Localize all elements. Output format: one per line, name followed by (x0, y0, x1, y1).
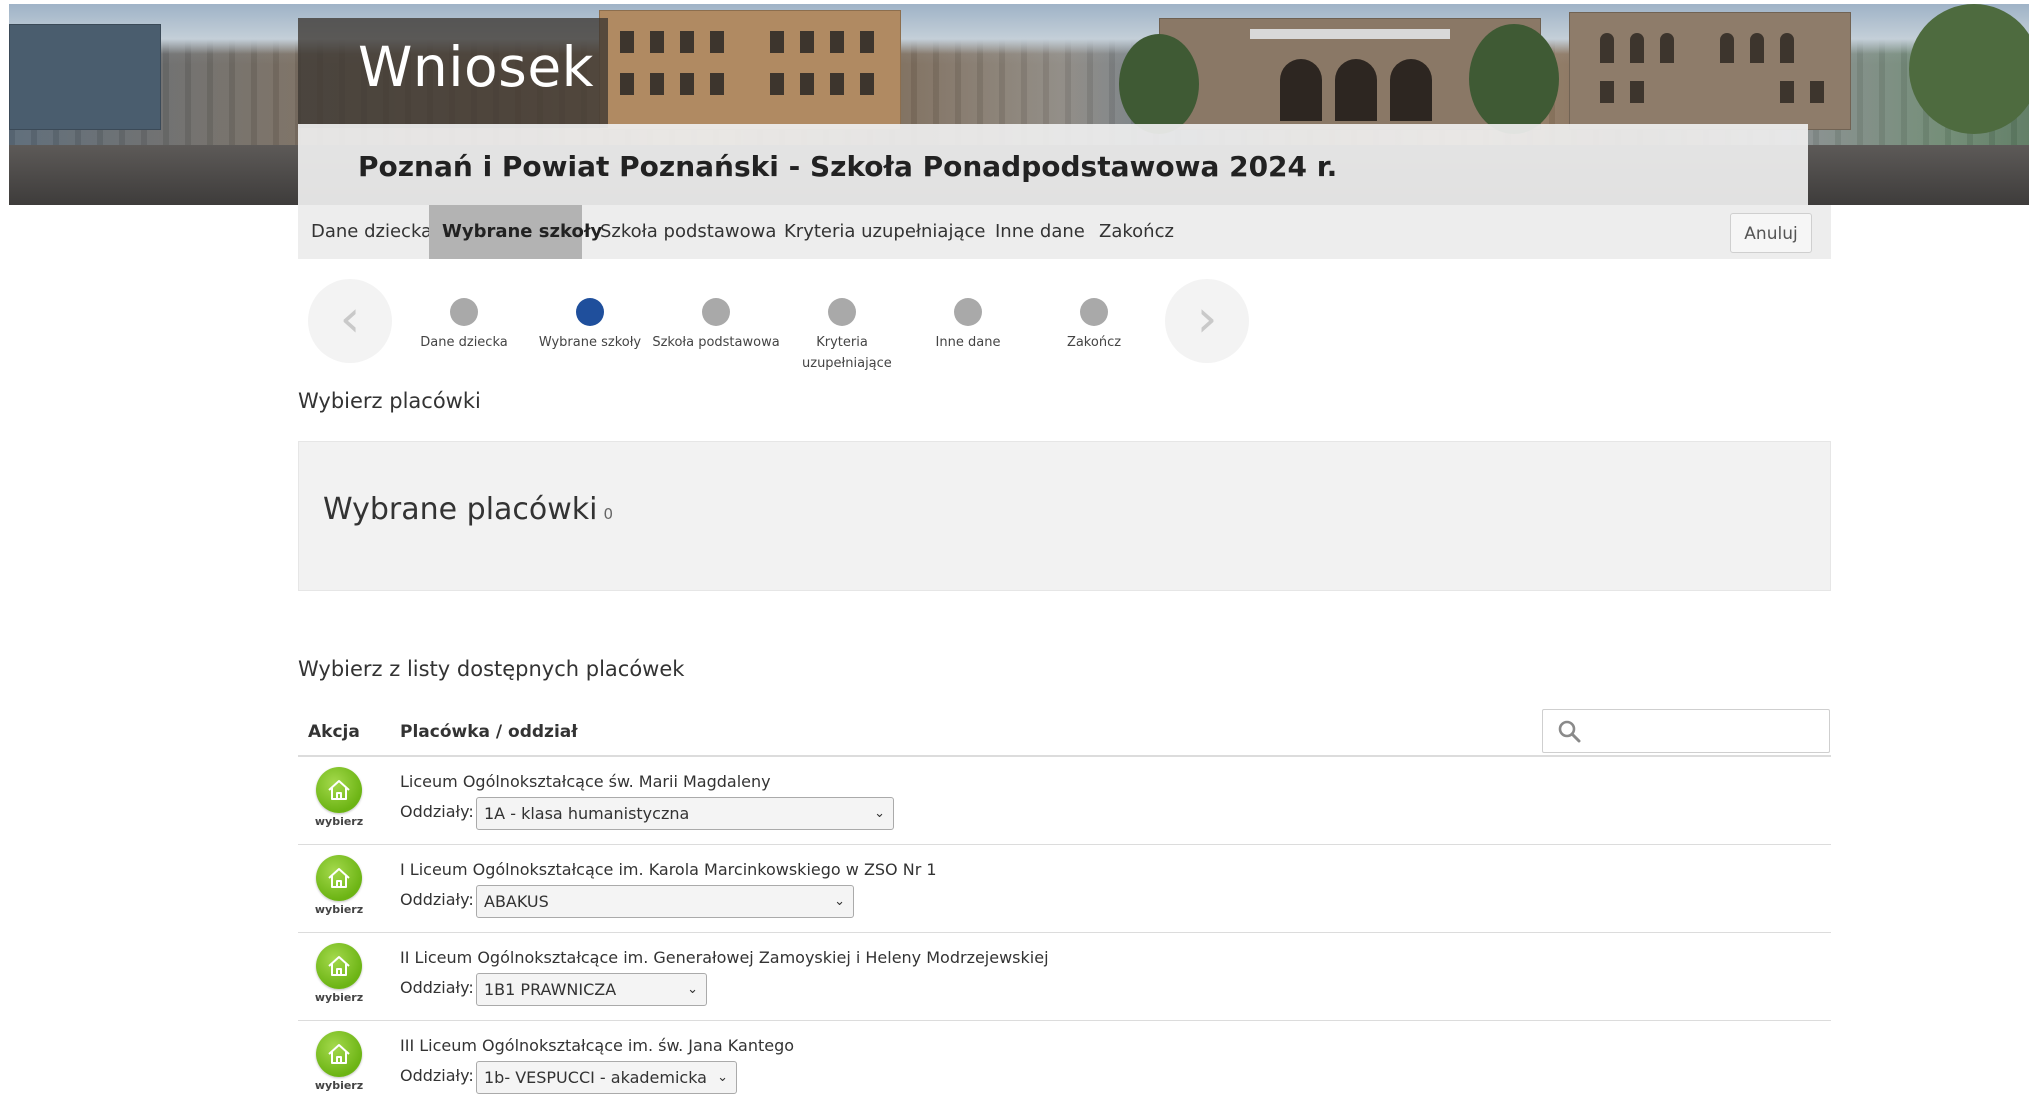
branch-select-value: 1b- VESPUCCI - akademicka (484, 1068, 707, 1087)
home-icon (328, 868, 350, 888)
chevron-down-icon: ⌄ (687, 982, 698, 997)
step-label: Dane dziecka (420, 335, 508, 350)
home-icon (328, 956, 350, 976)
pick-circle (316, 943, 362, 989)
step-dot (828, 298, 856, 326)
search-input[interactable] (1593, 716, 1823, 748)
school-name: III Liceum Ogólnokształcące im. św. Jana… (400, 1036, 795, 1055)
banner-building (9, 24, 161, 130)
selected-facilities-panel: Wybrane placówki 0 (298, 441, 1831, 591)
pick-circle (316, 855, 362, 901)
branch-label: Oddziały: (400, 1066, 474, 1085)
pick-label: wybierz (314, 991, 364, 1004)
section-heading-choose: Wybierz placówki (298, 389, 481, 413)
step-label: Szkoła podstawowa (652, 335, 780, 350)
cancel-button[interactable]: Anuluj (1730, 213, 1812, 253)
step-dot (702, 298, 730, 326)
school-name: II Liceum Ogólnokształcące im. Generałow… (400, 948, 1049, 967)
tab-kryteria-uzupelniajace[interactable]: Kryteria uzupełniające (771, 205, 986, 259)
recruitment-subtitle: Poznań i Powiat Poznański - Szkoła Ponad… (358, 150, 1338, 183)
step-dot-active (576, 298, 604, 326)
branch-select[interactable]: 1B1 PRAWNICZA ⌄ (476, 973, 707, 1006)
branch-select-value: ABAKUS (484, 892, 549, 911)
school-name: I Liceum Ogólnokształcące im. Karola Mar… (400, 860, 937, 879)
pick-label: wybierz (314, 903, 364, 916)
branch-select-value: 1A - klasa humanistyczna (484, 804, 690, 823)
chevron-right-icon[interactable]: › (1165, 279, 1249, 363)
pick-button[interactable]: wybierz (314, 767, 364, 828)
step-szkola-podstawowa[interactable]: Szkoła podstawowa (651, 298, 781, 353)
step-dot (1080, 298, 1108, 326)
step-kryteria-uzupelniajace[interactable]: Kryteria uzupełniające (777, 298, 907, 374)
home-icon (328, 1044, 350, 1064)
pick-button[interactable]: wybierz (314, 943, 364, 1004)
table-row: wybierz III Liceum Ogólnokształcące im. … (298, 1021, 1831, 1109)
section-heading-list: Wybierz z listy dostępnych placówek (298, 657, 685, 681)
pick-label: wybierz (314, 1079, 364, 1092)
banner-tree (1909, 4, 2029, 134)
tab-dane-dziecka[interactable]: Dane dziecka (298, 205, 432, 259)
selected-title-text: Wybrane placówki (323, 492, 598, 527)
branch-select-value: 1B1 PRAWNICZA (484, 980, 617, 999)
step-zakoncz[interactable]: Zakończ (1029, 298, 1159, 353)
branch-select[interactable]: 1A - klasa humanistyczna ⌄ (476, 797, 894, 830)
step-label: Wybrane szkoły (538, 335, 642, 350)
search-icon (1558, 720, 1581, 743)
step-dot (450, 298, 478, 326)
pick-button[interactable]: wybierz (314, 1031, 364, 1092)
column-header-facility: Placówka / oddział (400, 722, 578, 742)
pick-label: wybierz (314, 815, 364, 828)
table-row: wybierz I Liceum Ogólnokształcące im. Ka… (298, 845, 1831, 933)
tab-zakoncz[interactable]: Zakończ (1086, 205, 1186, 259)
step-inne-dane[interactable]: Inne dane (903, 298, 1033, 353)
home-icon (328, 780, 350, 800)
table-row: wybierz Liceum Ogólnokształcące św. Mari… (298, 757, 1831, 845)
step-label: Zakończ (1066, 335, 1122, 350)
step-dane-dziecka[interactable]: Dane dziecka (399, 298, 529, 353)
school-name: Liceum Ogólnokształcące św. Marii Magdal… (400, 772, 771, 791)
branch-label: Oddziały: (400, 890, 474, 909)
tab-inne-dane[interactable]: Inne dane (982, 205, 1092, 259)
step-label: Inne dane (935, 335, 1001, 350)
pick-circle (316, 767, 362, 813)
banner-building (599, 10, 901, 130)
pick-circle (316, 1031, 362, 1077)
pick-button[interactable]: wybierz (314, 855, 364, 916)
branch-label: Oddziały: (400, 978, 474, 997)
step-wybrane-szkoly[interactable]: Wybrane szkoły (525, 298, 655, 353)
tab-szkola-podstawowa[interactable]: Szkoła podstawowa (587, 205, 776, 259)
table-row: wybierz II Liceum Ogólnokształcące im. G… (298, 933, 1831, 1021)
step-label: Kryteria uzupełniające (802, 335, 892, 371)
tab-wybrane-szkoly[interactable]: Wybrane szkoły (429, 205, 602, 259)
chevron-down-icon: ⌄ (717, 1070, 728, 1085)
branch-select[interactable]: ABAKUS ⌄ (476, 885, 854, 918)
selected-facilities-title: Wybrane placówki 0 (323, 492, 613, 527)
banner-tree (1119, 34, 1199, 134)
facility-search-field[interactable] (1542, 709, 1830, 753)
column-header-action: Akcja (308, 722, 360, 742)
chevron-down-icon: ⌄ (834, 894, 845, 909)
form-nav-tabs: Dane dziecka Wybrane szkoły Szkoła podst… (298, 205, 1831, 259)
banner-tree (1469, 24, 1559, 134)
branch-label: Oddziały: (400, 802, 474, 821)
branch-select[interactable]: 1b- VESPUCCI - akademicka ⌄ (476, 1061, 737, 1094)
banner-building (1569, 12, 1851, 130)
chevron-left-icon[interactable]: ‹ (308, 279, 392, 363)
selected-count-badge: 0 (603, 505, 614, 523)
chevron-down-icon: ⌄ (874, 806, 885, 821)
step-dot (954, 298, 982, 326)
page-title: Wniosek (358, 35, 595, 99)
